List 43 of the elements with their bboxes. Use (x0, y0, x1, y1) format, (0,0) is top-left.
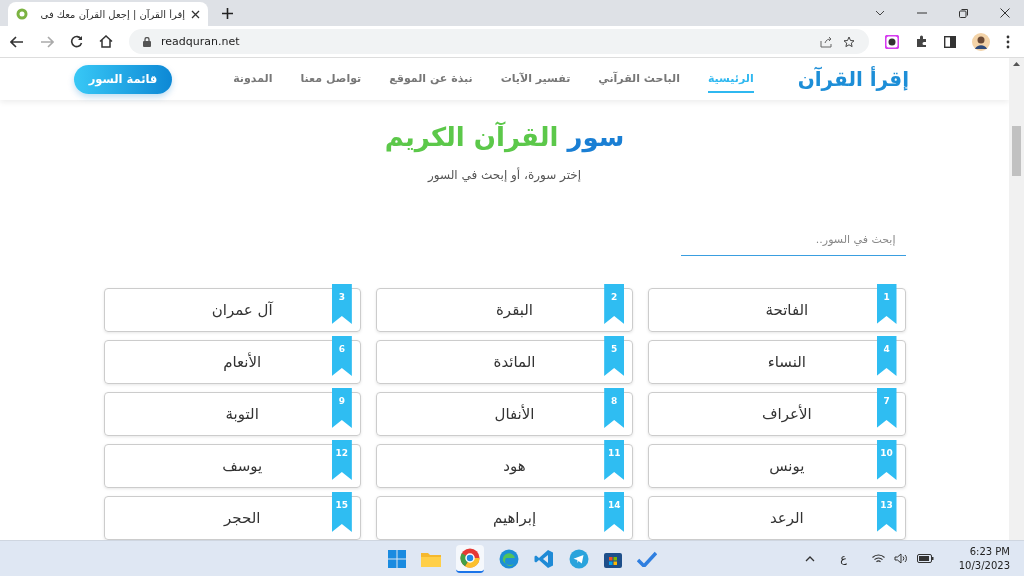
surah-name: الأنفال (493, 405, 535, 423)
number-ribbon: 8 (604, 388, 625, 428)
number-ribbon: 13 (876, 492, 897, 532)
address-bar[interactable]: readquran.net (129, 29, 869, 54)
surah-name: الأنعام (222, 353, 262, 371)
number-ribbon: 6 (331, 336, 352, 376)
language-indicator[interactable]: ع (840, 552, 847, 565)
clock-time[interactable]: 6:23 PM (969, 544, 1010, 559)
clock-date[interactable]: 10/3/2023 (958, 558, 1010, 573)
number-ribbon: 11 (604, 440, 625, 480)
nav-link[interactable]: نبذة عن الموقع (389, 65, 473, 93)
number-ribbon: 7 (876, 388, 897, 428)
surah-name: التوبة (224, 405, 259, 423)
number-ribbon: 1 (876, 284, 897, 324)
number-ribbon: 14 (604, 492, 625, 532)
number-ribbon: 9 (331, 388, 352, 428)
surah-name: هود (502, 457, 526, 475)
nav-link[interactable]: تواصل معنا (300, 65, 362, 93)
number-ribbon: 2 (604, 284, 625, 324)
site-logo[interactable]: إقرأ القرآن (797, 67, 909, 91)
url-text: readquran.net (161, 35, 240, 48)
surah-name: الفاتحة (764, 301, 809, 319)
page-title: سور القرآن الكريم (384, 122, 625, 152)
number-ribbon: 3 (331, 284, 352, 324)
number-ribbon: 5 (604, 336, 625, 376)
number-ribbon: 12 (331, 440, 352, 480)
number-ribbon: 10 (876, 440, 897, 480)
surah-name: الأعراف (761, 405, 812, 423)
number-ribbon: 15 (331, 492, 352, 532)
nav-link[interactable]: تفسير الآيات (500, 65, 571, 93)
surah-name: يونس (768, 457, 805, 475)
surah-name: البقرة (495, 301, 533, 319)
page-subtitle: إختر سورة، أو إبحث في السور (428, 168, 582, 182)
surah-name: النساء (766, 353, 806, 371)
surah-name: إبراهيم (491, 509, 537, 527)
nav-link[interactable]: المدونة (233, 65, 273, 93)
nav-link[interactable]: الباحث القرآني (598, 65, 680, 93)
surah-name: يوسف (221, 457, 263, 475)
surah-name: الحجر (222, 509, 261, 527)
number-ribbon: 4 (876, 336, 897, 376)
surah-name: آل عمران (210, 301, 273, 319)
surah-name: المائدة (492, 353, 536, 371)
surah-name: الرعد (768, 509, 804, 527)
